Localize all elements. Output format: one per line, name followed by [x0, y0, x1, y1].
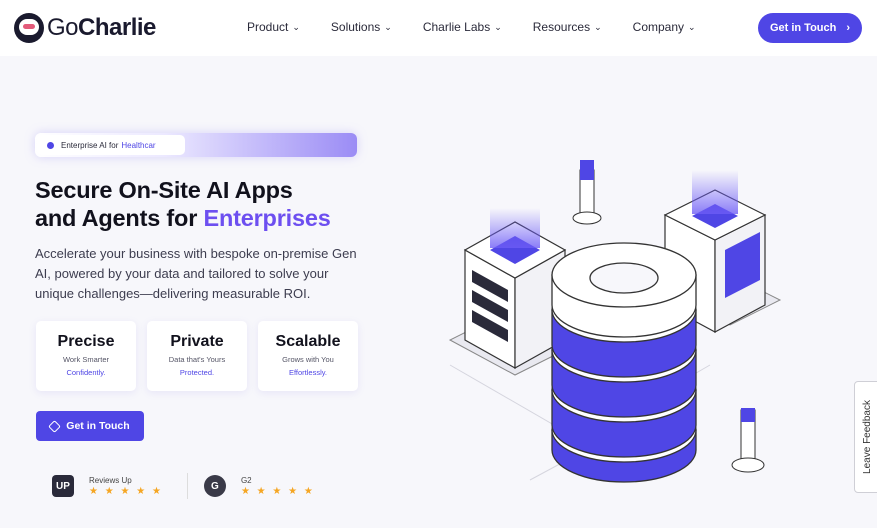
g2-logo-icon: G: [203, 475, 226, 497]
menu-item-charlie-labs[interactable]: Charlie Labs ⌄: [423, 20, 502, 34]
chevron-down-icon: ⌄: [292, 21, 300, 32]
chevron-down-icon: ⌄: [494, 21, 502, 32]
nav-get-in-touch-button[interactable]: Get in Touch ›: [758, 13, 862, 43]
menu-item-resources[interactable]: Resources ⌄: [533, 20, 602, 34]
leave-feedback-tab[interactable]: Leave Feedback: [854, 381, 877, 493]
value-card-private: Private Data that's Yours Protected.: [147, 321, 247, 391]
value-cards: Precise Work Smarter Confidently. Privat…: [36, 321, 358, 391]
top-navbar: GoCharlie Product ⌄ Solutions ⌄ Charlie La…: [0, 0, 877, 56]
database-stack-icon: [551, 242, 697, 483]
value-card-scalable: Scalable Grows with You Effortlessly.: [258, 321, 358, 391]
menu-item-product[interactable]: Product ⌄: [247, 20, 300, 34]
star-rating: ★ ★ ★ ★ ★: [89, 485, 163, 497]
menu-item-solutions[interactable]: Solutions ⌄: [331, 20, 392, 34]
review-badges: UP Reviews Up ★ ★ ★ ★ ★ G G2 ★ ★ ★ ★ ★: [52, 473, 315, 499]
gocharlie-logo[interactable]: GoCharlie: [14, 13, 156, 43]
reviews-up-logo-icon: UP: [52, 475, 74, 497]
hero-description: Accelerate your business with bespoke on…: [35, 246, 357, 301]
main-menu: Product ⌄ Solutions ⌄ Charlie Labs ⌄ Resour…: [247, 20, 696, 34]
logo-wordmark: GoCharlie: [47, 14, 156, 41]
cube-icon: [48, 419, 62, 433]
chevron-down-icon: ⌄: [688, 21, 696, 32]
divider: [186, 473, 188, 499]
industry-pill: Enterprise AI for Healthcar: [37, 135, 185, 155]
charlie-mascot-icon: [14, 13, 44, 43]
pillar-icon: [731, 408, 765, 473]
pill-dot-icon: [47, 141, 54, 149]
chevron-down-icon: ⌄: [594, 21, 602, 32]
value-card-precise: Precise Work Smarter Confidently.: [36, 321, 136, 391]
hero-headline: Secure On-Site AI Apps and Agents for En…: [35, 177, 331, 231]
pillar-icon: [572, 160, 602, 225]
server-illustration: [448, 160, 782, 483]
hero-get-in-touch-button[interactable]: Get in Touch: [36, 411, 144, 441]
star-rating: ★ ★ ★ ★ ★: [240, 485, 315, 497]
menu-item-company[interactable]: Company ⌄: [633, 20, 696, 34]
chevron-right-icon: ›: [846, 22, 851, 34]
chevron-down-icon: ⌄: [384, 21, 392, 32]
